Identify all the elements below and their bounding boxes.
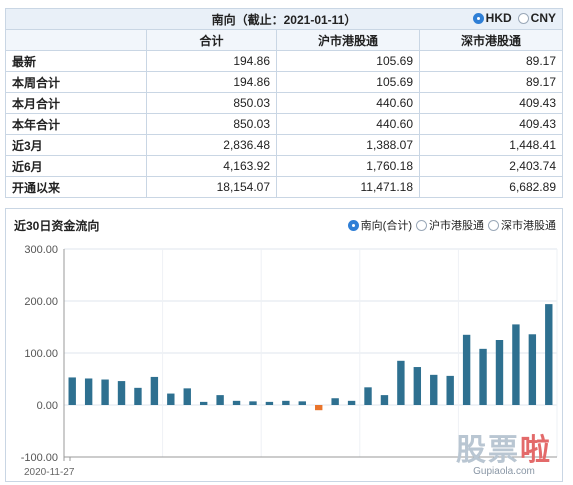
- southbound-capital-widget: 南向（截止：2021-01-11） HKD CNY 合计 沪市港股通 深市港股通: [5, 8, 563, 482]
- row-value: 194.86: [145, 71, 278, 93]
- row-value: 89.17: [419, 50, 563, 72]
- chart-bar: [167, 393, 175, 405]
- y-tick-label: 200.00: [24, 296, 58, 308]
- row-value: 2,836.48: [145, 134, 278, 156]
- row-value: 850.03: [145, 92, 278, 114]
- watermark-brand: 股票啦: [456, 434, 552, 467]
- radio-empty-icon[interactable]: [488, 219, 499, 231]
- chart-bar: [150, 376, 159, 405]
- currency-option-hkd[interactable]: HKD: [472, 11, 512, 25]
- legend-shanghai-connect[interactable]: 沪市港股通: [416, 217, 484, 233]
- table-row: 最新 194.86 105.69 89.17: [5, 50, 563, 72]
- chart-bar: [117, 381, 126, 405]
- row-value: 6,682.89: [419, 176, 563, 198]
- legend-shenzhen-connect[interactable]: 深市港股通: [488, 217, 556, 233]
- chart-bar: [495, 340, 504, 405]
- y-tick-label: -100.00: [21, 452, 58, 464]
- chart-bar: [134, 387, 142, 405]
- row-value: 2,403.74: [419, 155, 563, 177]
- chart-bar: [265, 401, 274, 405]
- summary-title: 南向（截止：2021-01-11）: [211, 12, 357, 27]
- chart-bar: [347, 400, 356, 405]
- flow-chart-panel: 300.00 200.00 100.00 0.00 -100.00 2020-11-27 …: [5, 208, 563, 482]
- row-label: 本周合计: [5, 71, 147, 93]
- table-row: 本年合计 850.03 440.60 409.43: [5, 113, 563, 135]
- summary-table: 南向（截止：2021-01-11） HKD CNY 合计 沪市港股通 深市港股通: [5, 8, 563, 198]
- chart-bar: [413, 367, 422, 405]
- chart-bar: [282, 400, 290, 405]
- row-label: 最新: [5, 50, 147, 72]
- column-header-shenzhen: 深市港股通: [419, 29, 563, 51]
- chart-bar: [397, 360, 405, 405]
- row-label: 本月合计: [5, 92, 147, 114]
- y-tick-label: 0.00: [37, 400, 58, 412]
- table-row: 近3月 2,836.48 1,388.07 1,448.41: [5, 134, 563, 156]
- radio-empty-icon[interactable]: [416, 219, 427, 231]
- row-value: 440.60: [276, 113, 420, 135]
- chart-bar: [545, 304, 553, 405]
- row-value: 409.43: [419, 113, 563, 135]
- chart-bar: [430, 374, 438, 405]
- watermark-logo: 股票啦 Gupiaola.com: [456, 434, 552, 478]
- row-value: 440.60: [276, 92, 420, 114]
- row-label: 开通以来: [5, 176, 147, 198]
- table-row: 本周合计 194.86 105.69 89.17: [5, 71, 563, 93]
- table-row: 近6月 4,163.92 1,760.18 2,403.74: [5, 155, 563, 177]
- table-row: 本月合计 850.03 440.60 409.43: [5, 92, 563, 114]
- chart-bar: [528, 334, 537, 405]
- chart-bar: [298, 401, 306, 405]
- chart-bar: [199, 401, 208, 405]
- row-value: 850.03: [145, 113, 278, 135]
- chart-bar: [249, 401, 257, 405]
- currency-option-cny[interactable]: CNY: [517, 11, 556, 25]
- row-value: 194.86: [145, 50, 278, 72]
- column-header-total: 合计: [145, 29, 278, 51]
- row-value: 409.43: [419, 92, 563, 114]
- chart-title: 近30日资金流向: [14, 219, 100, 233]
- table-row: 开通以来 18,154.07 11,471.18 6,682.89: [5, 176, 563, 198]
- row-label: 近6月: [5, 155, 147, 177]
- chart-bar: [364, 387, 372, 405]
- radio-selected-icon[interactable]: [472, 13, 484, 24]
- column-header-shanghai: 沪市港股通: [276, 29, 420, 51]
- chart-legend: 南向(合计) 沪市港股通 深市港股通: [347, 217, 556, 233]
- row-value: 1,448.41: [419, 134, 563, 156]
- y-tick-label: 300.00: [24, 244, 58, 256]
- row-value: 4,163.92: [145, 155, 278, 177]
- chart-bar: [101, 379, 109, 405]
- row-label: 近3月: [5, 134, 147, 156]
- chart-bar: [479, 348, 487, 405]
- chart-bar: [183, 388, 191, 405]
- row-value: 1,760.18: [276, 155, 420, 177]
- y-tick-label: 100.00: [24, 348, 58, 360]
- chart-bar: [331, 398, 339, 405]
- chart-bar: [315, 405, 323, 411]
- x-tick-label: 2020-11-27: [24, 467, 75, 478]
- currency-toggle: HKD CNY: [472, 11, 556, 25]
- radio-selected-icon[interactable]: [347, 219, 359, 231]
- summary-header: 南向（截止：2021-01-11） HKD CNY: [5, 8, 563, 30]
- chart-bar: [232, 400, 241, 405]
- row-value: 1,388.07: [276, 134, 420, 156]
- watermark-url: Gupiaola.com: [473, 466, 535, 477]
- row-value: 105.69: [276, 71, 420, 93]
- row-label: 本年合计: [5, 113, 147, 135]
- chart-bar: [380, 395, 389, 405]
- chart-bar: [512, 324, 520, 405]
- column-header-blank: [5, 29, 147, 51]
- row-value: 105.69: [276, 50, 420, 72]
- chart-bar: [84, 378, 93, 405]
- row-value: 18,154.07: [145, 176, 278, 198]
- legend-southbound-total[interactable]: 南向(合计): [347, 217, 412, 233]
- chart-bar: [216, 395, 224, 405]
- chart-bar: [68, 377, 76, 405]
- row-value: 89.17: [419, 71, 563, 93]
- radio-empty-icon[interactable]: [517, 13, 529, 24]
- chart-bar: [462, 334, 471, 405]
- row-value: 11,471.18: [276, 176, 420, 198]
- chart-bar: [446, 375, 454, 405]
